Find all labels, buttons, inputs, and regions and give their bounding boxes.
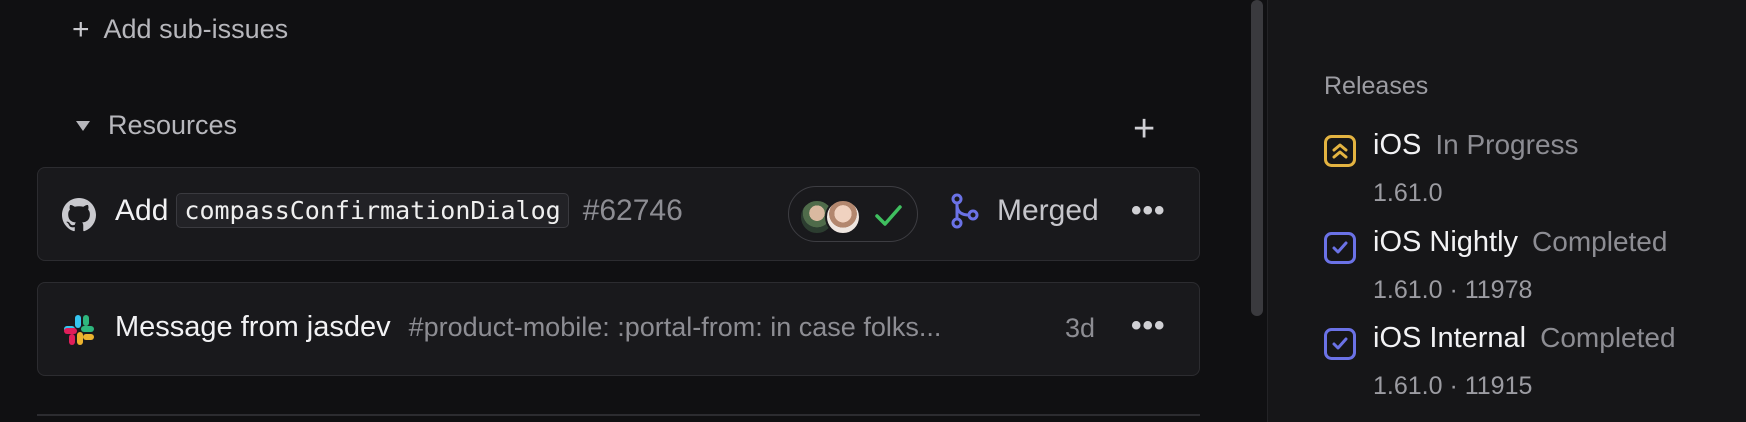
git-merge-icon <box>951 193 979 229</box>
slack-message-preview: #product-mobile: :portal-from: in case f… <box>408 312 942 342</box>
pull-request-number: #62746 <box>582 193 683 227</box>
collapse-triangle-icon <box>76 120 90 131</box>
resource-card-slack-message[interactable]: Message from jasdev #product-mobile: :po… <box>37 282 1200 376</box>
slack-message-link[interactable]: Message from jasdev #product-mobile: :po… <box>115 311 941 344</box>
completed-icon <box>1324 328 1356 360</box>
checkmark-icon <box>875 205 902 226</box>
merge-status: Merged <box>949 193 1099 229</box>
add-sub-issues-label: Add sub-issues <box>103 14 289 44</box>
main-scrollbar[interactable] <box>1251 0 1263 316</box>
plus-icon: + <box>72 12 90 46</box>
details-side-panel: Releases iOS In Progress 1.61.0 iOS Nigh… <box>1267 0 1746 422</box>
add-sub-issues-button[interactable]: + Add sub-issues <box>72 14 288 45</box>
slack-message-title: Message from jasdev <box>115 311 391 343</box>
more-options-icon[interactable]: ••• <box>1131 194 1166 228</box>
github-icon <box>62 198 96 232</box>
issue-main-area: + Add sub-issues Resources + Add compass… <box>0 0 1255 422</box>
resources-header: Resources <box>108 110 238 140</box>
release-name: iOS <box>1373 129 1422 161</box>
releases-heading: Releases <box>1324 72 1429 100</box>
release-version: 1.61.0 · 11978 <box>1373 276 1533 304</box>
release-version: 1.61.0 · 11915 <box>1373 372 1533 400</box>
release-status: Completed <box>1532 226 1668 257</box>
release-status: Completed <box>1540 322 1676 353</box>
more-options-icon[interactable]: ••• <box>1131 309 1166 343</box>
pull-request-title-prefix: Add <box>115 193 169 227</box>
slack-icon <box>64 315 94 345</box>
slack-message-age: 3d <box>1065 313 1096 343</box>
pull-request-title[interactable]: Add compassConfirmationDialog #62746 <box>115 193 683 228</box>
add-resource-button[interactable]: + <box>1133 110 1155 148</box>
release-name: iOS Nightly <box>1373 226 1519 258</box>
merge-status-label: Merged <box>997 194 1099 227</box>
resource-card-pull-request[interactable]: Add compassConfirmationDialog #62746 Mer… <box>37 167 1200 261</box>
release-status: In Progress <box>1435 129 1579 160</box>
in-progress-icon <box>1324 135 1356 167</box>
release-version: 1.61.0 <box>1373 179 1443 207</box>
reviewers-status-pill[interactable] <box>788 186 918 242</box>
pull-request-branch-code: compassConfirmationDialog <box>176 193 569 228</box>
reviewer-avatar <box>825 199 861 235</box>
resource-card-edge <box>37 414 1200 416</box>
resources-section-toggle[interactable]: Resources <box>72 110 237 141</box>
completed-icon <box>1324 232 1356 264</box>
release-name: iOS Internal <box>1373 322 1527 354</box>
